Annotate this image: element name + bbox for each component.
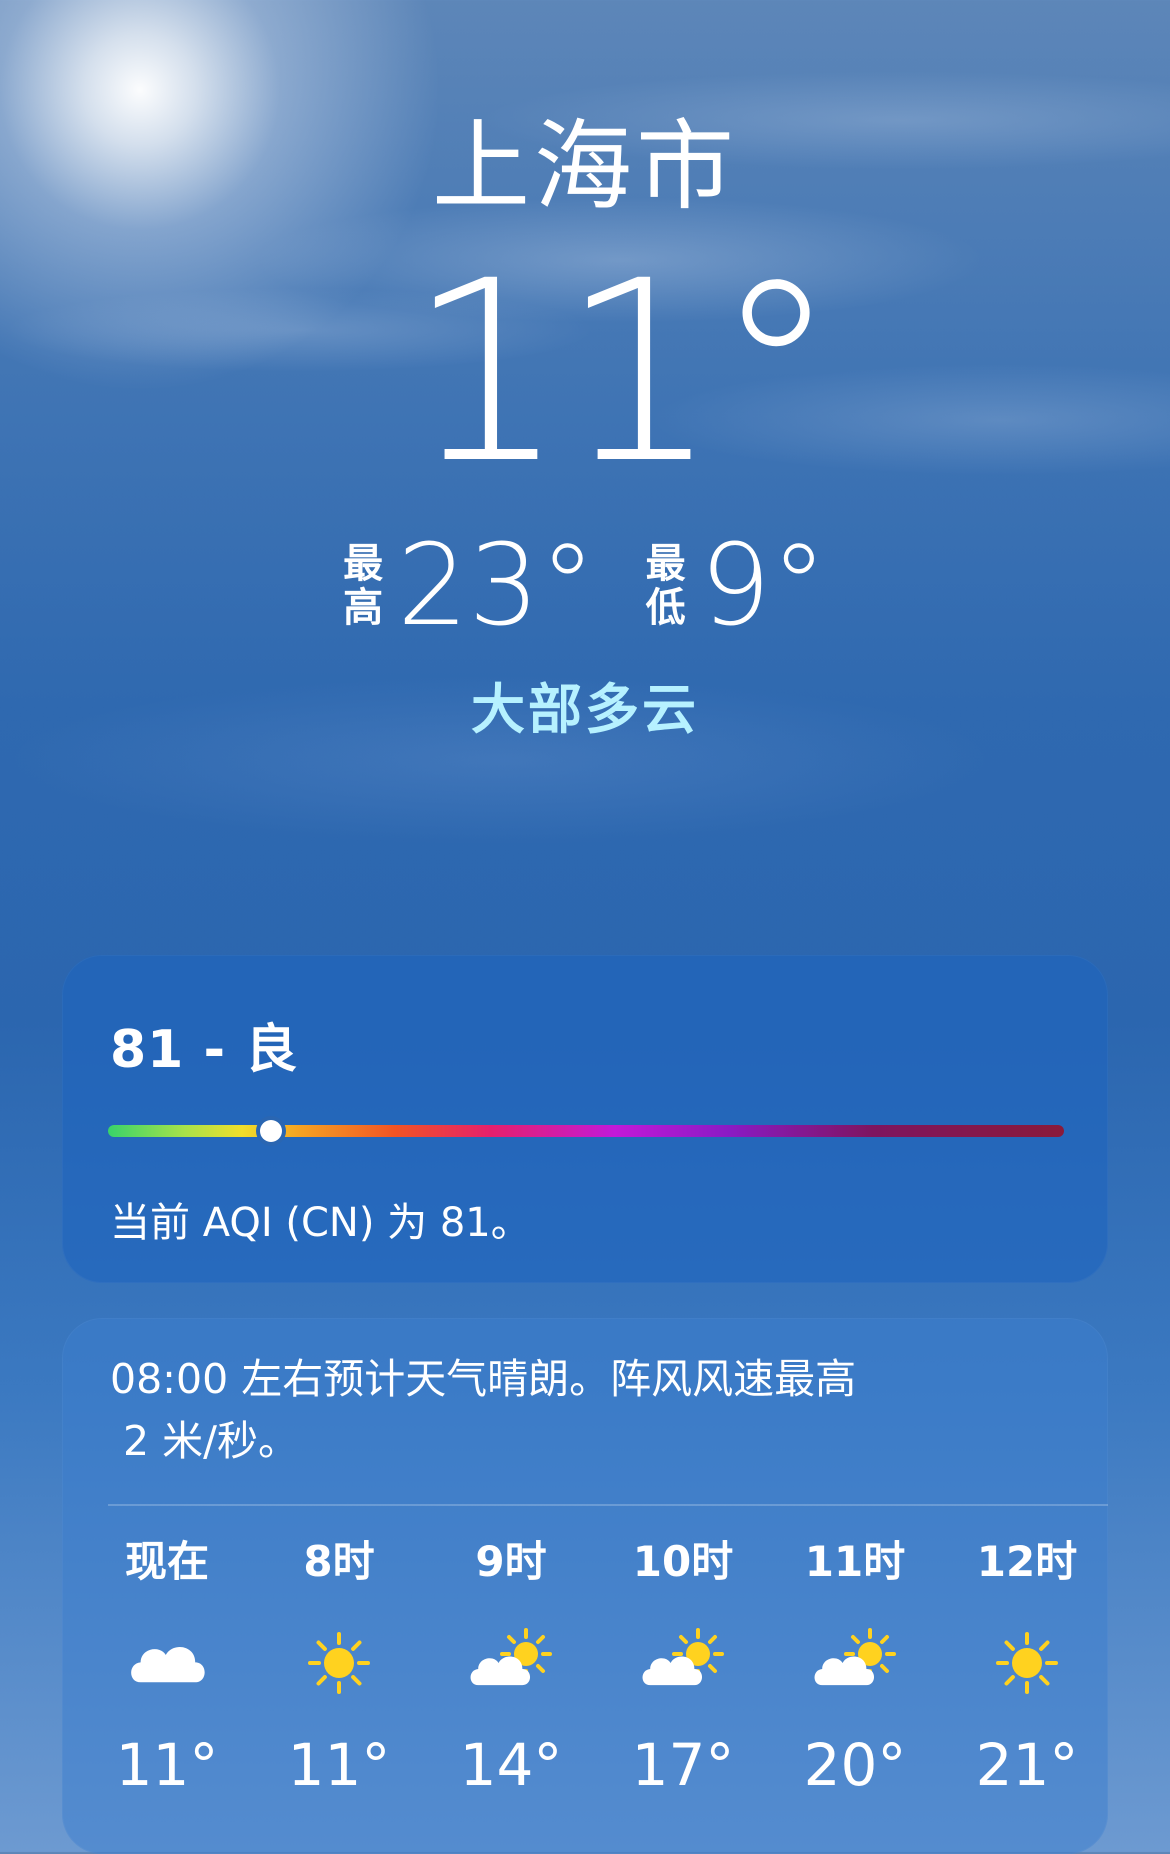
forecast-summary: 08:00 左右预计天气晴朗。阵风风速最高 2 米/秒。	[110, 1355, 857, 1465]
low-label: 最 低	[645, 541, 686, 631]
city-name: 上海市	[431, 110, 738, 224]
high-label: 最 高	[343, 541, 384, 631]
partly-cloudy-icon	[810, 1628, 900, 1698]
high-low-row: 最 高 23° 最 低 9°	[0, 530, 1170, 642]
aqi-description: 当前 AQI (CN) 为 81。	[110, 1200, 531, 1246]
hour-item: 现在 11°	[82, 1537, 252, 1799]
hour-temperature: 21°	[975, 1731, 1079, 1799]
hour-label: 10时	[632, 1537, 734, 1586]
hourly-strip[interactable]: 现在 11° 8时 11° 9时 14° 10时 17° 11时 20° 12时 21°	[82, 1537, 1112, 1799]
hour-item: 8时 11°	[254, 1537, 424, 1799]
hour-temperature: 20°	[803, 1731, 907, 1799]
high-temperature: 23°	[397, 521, 596, 651]
partly-cloudy-icon	[638, 1628, 728, 1698]
hour-label: 12时	[976, 1537, 1078, 1586]
hour-label: 现在	[124, 1537, 209, 1586]
hour-temperature: 17°	[631, 1731, 735, 1799]
sun-icon	[982, 1628, 1072, 1698]
hour-item: 9时 14°	[426, 1537, 596, 1799]
condition-text: 大部多云	[471, 678, 699, 741]
aqi-title: 81 - 良	[110, 1020, 299, 1080]
hour-item: 11时 20°	[770, 1537, 940, 1799]
hour-label: 8时	[303, 1537, 375, 1586]
divider	[108, 1504, 1108, 1506]
low-temperature: 9°	[699, 521, 827, 651]
hour-temperature: 11°	[115, 1731, 219, 1799]
hourly-forecast-card[interactable]: 08:00 左右预计天气晴朗。阵风风速最高 2 米/秒。 现在 11° 8时 11°…	[62, 1318, 1108, 1854]
sun-icon	[294, 1628, 384, 1698]
hour-temperature: 11°	[287, 1731, 391, 1799]
hour-label: 9时	[475, 1537, 547, 1586]
hour-item: 10时 17°	[598, 1537, 768, 1799]
hour-item: 12时 21°	[942, 1537, 1112, 1799]
current-temperature: 11°	[407, 227, 838, 518]
hour-label: 11时	[804, 1537, 906, 1586]
hour-temperature: 14°	[459, 1731, 563, 1799]
aqi-scale-bar	[108, 1120, 1064, 1142]
air-quality-card[interactable]: 81 - 良 当前 AQI (CN) 为 81。	[62, 955, 1108, 1283]
partly-cloudy-icon	[466, 1628, 556, 1698]
aqi-marker	[259, 1120, 282, 1142]
cloud-icon	[122, 1628, 212, 1698]
